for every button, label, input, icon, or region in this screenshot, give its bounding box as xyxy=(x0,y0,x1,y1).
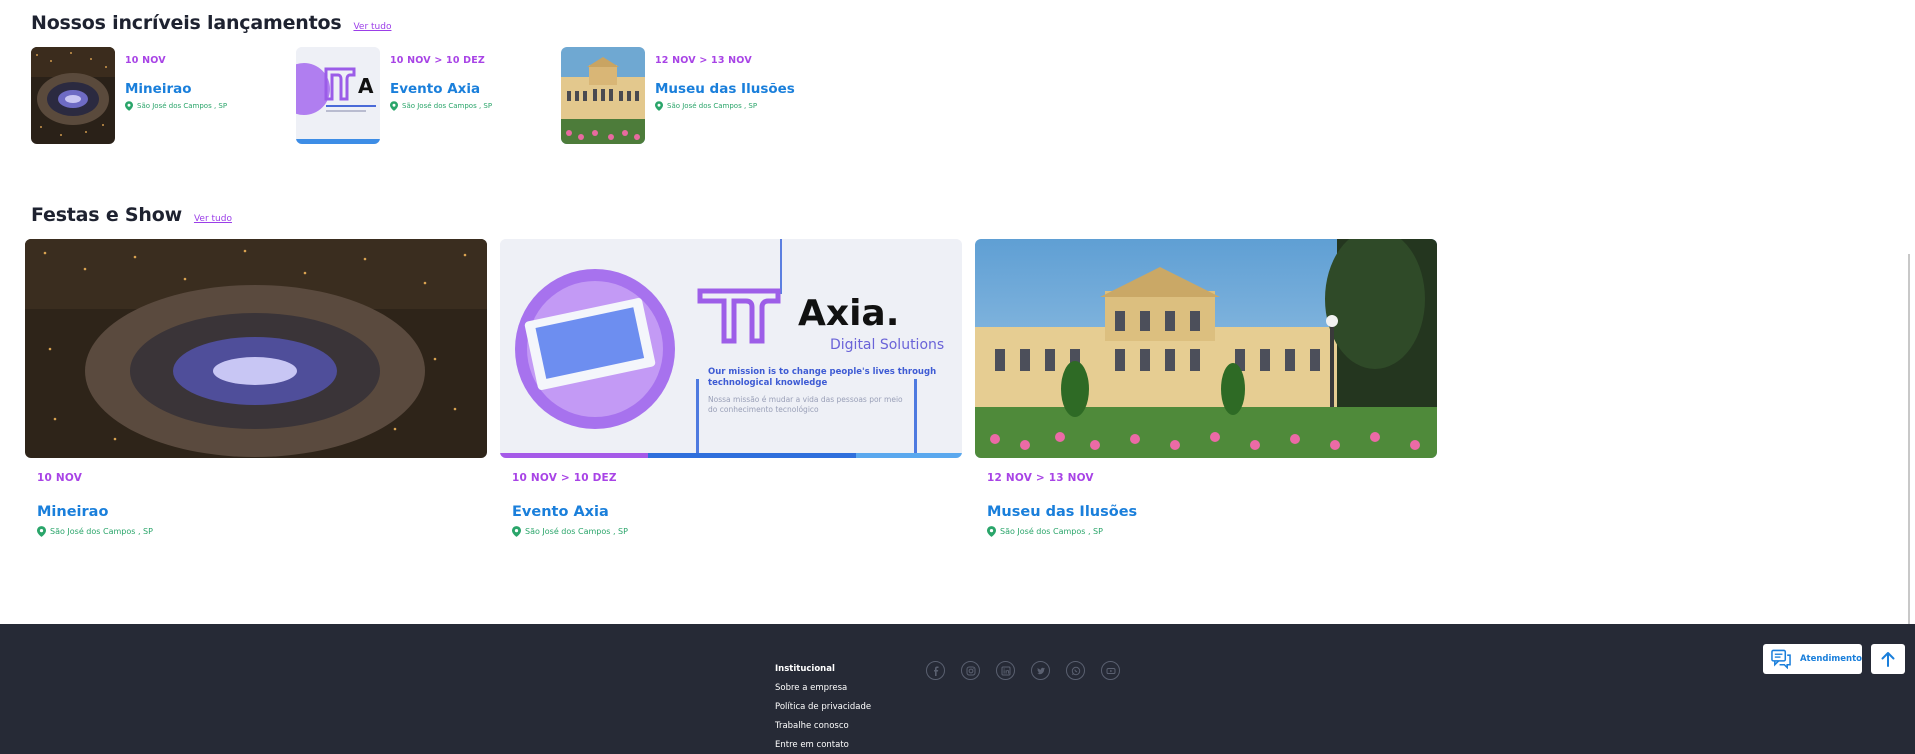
event-location: São José dos Campos , SP xyxy=(512,526,950,537)
location-text: São José dos Campos , SP xyxy=(667,102,758,110)
event-image[interactable] xyxy=(975,239,1437,458)
event-card-mineirao[interactable]: 10 NOV Mineirao São José dos Campos , SP xyxy=(25,239,487,551)
footer: Institucional Sobre a empresa Política d… xyxy=(0,624,1915,754)
event-name[interactable]: Evento Axia xyxy=(512,504,950,520)
event-date: 10 NOV xyxy=(37,472,83,484)
footer-link-privacy[interactable]: Política de privacidade xyxy=(775,702,871,712)
support-chat-button[interactable]: Atendimento xyxy=(1763,644,1862,674)
facebook-icon[interactable] xyxy=(926,661,945,680)
section-title: Nossos incríveis lançamentos xyxy=(31,12,342,34)
event-name[interactable]: Mineirao xyxy=(37,504,475,520)
location-pin-icon xyxy=(37,526,46,537)
axia-tagline: Digital Solutions xyxy=(830,337,945,353)
linkedin-icon[interactable] xyxy=(996,661,1015,680)
event-image[interactable]: Axia. Digital Solutions Our mission is t… xyxy=(500,239,962,458)
section-title: Festas e Show xyxy=(31,204,182,226)
event-date: 12 NOV > 13 NOV xyxy=(655,55,752,66)
location-text: São José dos Campos , SP xyxy=(137,102,228,110)
axia-brand: Axia. xyxy=(798,293,900,334)
location-pin-icon xyxy=(390,101,398,111)
location-text: São José dos Campos , SP xyxy=(50,527,153,536)
footer-link-careers[interactable]: Trabalhe conosco xyxy=(775,721,871,731)
event-date: 12 NOV > 13 NOV xyxy=(987,472,1094,484)
svg-text:A: A xyxy=(358,74,374,98)
axia-mission: Our mission is to change people's lives … xyxy=(708,367,937,388)
launch-info: 10 NOV Mineirao São José dos Campos , SP xyxy=(125,47,227,144)
event-location: São José dos Campos , SP xyxy=(655,101,795,111)
whatsapp-icon[interactable] xyxy=(1066,661,1085,680)
see-all-link[interactable]: Ver tudo xyxy=(353,22,391,32)
scroll-to-top-button[interactable] xyxy=(1871,644,1905,674)
event-location: São José dos Campos , SP xyxy=(987,526,1425,537)
parties-header: Festas e Show Ver tudo xyxy=(31,204,232,226)
support-label: Atendimento xyxy=(1799,654,1862,664)
location-pin-icon xyxy=(987,526,996,537)
arrow-up-icon xyxy=(1881,652,1895,667)
event-thumbnail[interactable] xyxy=(561,47,645,144)
location-text: São José dos Campos , SP xyxy=(402,102,493,110)
launch-item-museu[interactable]: 12 NOV > 13 NOV Museu das Ilusões São Jo… xyxy=(561,47,795,144)
see-all-link[interactable]: Ver tudo xyxy=(194,214,232,224)
launch-item-evento-axia[interactable]: A 10 NOV > 10 DEZ Evento Axia São José d… xyxy=(296,47,492,144)
event-name[interactable]: Museu das Ilusões xyxy=(655,81,795,97)
location-text: São José dos Campos , SP xyxy=(1000,527,1103,536)
axia-mission-pt: Nossa missão é mudar a vida das pessoas … xyxy=(708,395,903,414)
location-pin-icon xyxy=(125,101,133,111)
event-date: 10 NOV > 10 DEZ xyxy=(512,472,617,484)
launch-item-mineirao[interactable]: 10 NOV Mineirao São José dos Campos , SP xyxy=(31,47,227,144)
launches-header: Nossos incríveis lançamentos Ver tudo xyxy=(31,12,391,34)
card-body: 12 NOV > 13 NOV Museu das Ilusões São Jo… xyxy=(975,458,1437,551)
card-body: 10 NOV Mineirao São José dos Campos , SP xyxy=(25,458,487,551)
event-thumbnail[interactable]: A xyxy=(296,47,380,144)
page: Nossos incríveis lançamentos Ver tudo 10… xyxy=(0,0,1915,754)
event-name[interactable]: Evento Axia xyxy=(390,81,492,97)
card-body: 10 NOV > 10 DEZ Evento Axia São José dos… xyxy=(500,458,962,551)
event-image[interactable] xyxy=(25,239,487,458)
instagram-icon[interactable] xyxy=(961,661,980,680)
location-pin-icon xyxy=(512,526,521,537)
footer-heading: Institucional xyxy=(775,664,835,674)
footer-link-contact[interactable]: Entre em contato xyxy=(775,740,871,750)
event-thumbnail[interactable] xyxy=(31,47,115,144)
event-location: São José dos Campos , SP xyxy=(125,101,227,111)
twitter-icon[interactable] xyxy=(1031,661,1050,680)
chat-icon xyxy=(1771,649,1791,669)
social-links xyxy=(926,661,1120,680)
launch-info: 10 NOV > 10 DEZ Evento Axia São José dos… xyxy=(390,47,492,144)
event-card-evento-axia[interactable]: Axia. Digital Solutions Our mission is t… xyxy=(500,239,962,551)
institutional-links: Institucional Sobre a empresa Política d… xyxy=(775,664,871,754)
event-card-museu[interactable]: 12 NOV > 13 NOV Museu das Ilusões São Jo… xyxy=(975,239,1437,551)
event-date: 10 NOV > 10 DEZ xyxy=(390,55,486,66)
event-location: São José dos Campos , SP xyxy=(37,526,475,537)
event-name[interactable]: Mineirao xyxy=(125,81,227,97)
event-date: 10 NOV xyxy=(125,55,166,66)
event-location: São José dos Campos , SP xyxy=(390,101,492,111)
event-name[interactable]: Museu das Ilusões xyxy=(987,504,1425,520)
location-text: São José dos Campos , SP xyxy=(525,527,628,536)
launch-info: 12 NOV > 13 NOV Museu das Ilusões São Jo… xyxy=(655,47,795,144)
footer-link-about[interactable]: Sobre a empresa xyxy=(775,683,871,693)
youtube-icon[interactable] xyxy=(1101,661,1120,680)
location-pin-icon xyxy=(655,101,663,111)
